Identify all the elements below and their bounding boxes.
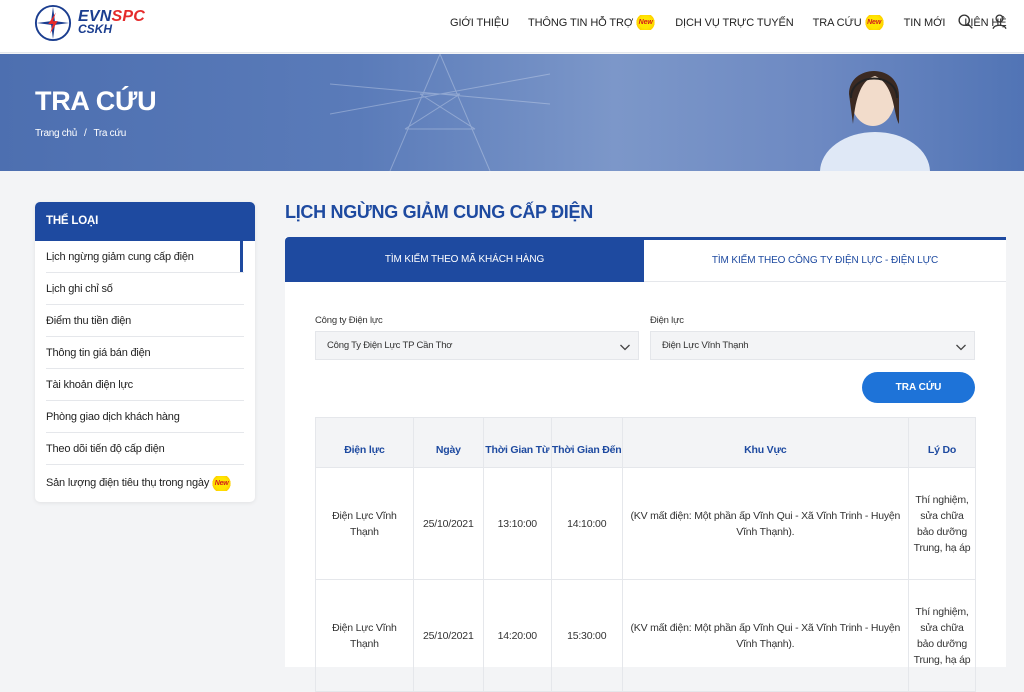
col-ngay: Ngày [412, 417, 484, 468]
nav-gioi-thieu[interactable]: GIỚI THIỆU [450, 17, 509, 29]
section-title: LỊCH NGỪNG GIẢM CUNG CẤP ĐIỆN [285, 202, 593, 222]
new-badge: New [211, 475, 233, 491]
cell-thoi-gian-tu: 14:20:00 [482, 579, 552, 692]
site-header: EVNSPC CSKH GIỚI THIỆU THÔNG TIN HỖ TRỢ N… [0, 0, 1024, 53]
table-row: Điện Lực Vĩnh Thạnh 25/10/2021 14:20:00 … [315, 579, 976, 692]
header-icons [957, 13, 1008, 30]
nav-tin-moi[interactable]: TIN MỚI [904, 17, 946, 29]
sidebar-item-lich-ghi-chi-so[interactable]: Lịch ghi chỉ số [46, 273, 244, 305]
sidebar-item-tien-do-cap-dien[interactable]: Theo dõi tiến độ cấp điện [46, 433, 244, 465]
new-badge: New [863, 15, 885, 30]
tab-ma-khach-hang[interactable]: TÌM KIẾM THEO MÃ KHÁCH HÀNG [285, 237, 644, 282]
support-agent-image [820, 71, 930, 171]
category-sidebar: THỂ LOẠI Lịch ngừng giảm cung cấp điện L… [35, 202, 255, 502]
table-header-row: Điện lực Ngày Thời Gian Từ Thời Gian Đến… [315, 417, 976, 468]
sidebar-item-diem-thu[interactable]: Điểm thu tiền điện [46, 305, 244, 337]
table-row: Điện Lực Vĩnh Thạnh 25/10/2021 13:10:00 … [315, 467, 976, 580]
search-icon[interactable] [957, 13, 974, 30]
evn-logo-icon [34, 4, 72, 42]
unit-label: Điện lực [650, 315, 684, 326]
cell-thoi-gian-den: 15:30:00 [550, 579, 623, 692]
logo-text: EVNSPC CSKH [78, 8, 145, 36]
main-nav: GIỚI THIỆU THÔNG TIN HỖ TRỢ New DỊCH VỤ T… [450, 15, 1024, 30]
outage-table: Điện lực Ngày Thời Gian Từ Thời Gian Đến… [315, 417, 976, 692]
page-banner: TRA CỨU Trang chủ / Tra cứu [0, 54, 1024, 171]
col-thoi-gian-den: Thời Gian Đến [550, 417, 623, 468]
search-panel: TÌM KIẾM THEO MÃ KHÁCH HÀNG TÌM KIẾM THE… [285, 237, 1006, 692]
sidebar-item-lich-ngung[interactable]: Lịch ngừng giảm cung cấp điện [46, 241, 244, 273]
company-label: Công ty Điện lực [315, 315, 383, 326]
tab-cong-ty-dien-luc[interactable]: TÌM KIẾM THEO CÔNG TY ĐIỆN LỰC - ĐIỆN LỰ… [644, 237, 1006, 282]
cell-dien-luc: Điện Lực Vĩnh Thạnh [315, 467, 414, 580]
cell-ngay: 25/10/2021 [412, 579, 484, 692]
evnspc-logo[interactable]: EVNSPC CSKH [34, 4, 145, 42]
cell-thoi-gian-tu: 13:10:00 [482, 467, 552, 580]
unit-select[interactable]: Điện Lực Vĩnh Thạnh [650, 331, 975, 360]
col-dien-luc: Điện lực [315, 417, 414, 468]
cell-ly-do: Thí nghiệm, sửa chữa bảo dưỡng Trung, hạ… [908, 579, 976, 692]
cell-khu-vuc: (KV mất điện: Một phần ấp Vĩnh Qui - Xã … [621, 467, 910, 580]
new-badge: New [635, 15, 657, 30]
sidebar-heading: THỂ LOẠI [35, 202, 255, 241]
breadcrumb: Trang chủ / Tra cứu [35, 128, 127, 139]
power-tower-graphic [330, 54, 550, 171]
nav-tra-cuu[interactable]: TRA CỨU New [813, 15, 885, 30]
col-khu-vuc: Khu Vực [621, 417, 910, 468]
nav-thong-tin-ho-tro[interactable]: THÔNG TIN HỖ TRỢ New [528, 15, 657, 30]
sidebar-active-indicator [240, 240, 243, 272]
nav-dich-vu-truc-tuyen[interactable]: DỊCH VỤ TRỰC TUYẾN [675, 17, 794, 29]
cell-ngay: 25/10/2021 [412, 467, 484, 580]
sidebar-item-san-luong[interactable]: Sản lượng điện tiêu thụ trong ngày New [46, 465, 244, 501]
sidebar-item-gia-ban-dien[interactable]: Thông tin giá bán điện [46, 337, 244, 369]
cell-ly-do: Thí nghiệm, sửa chữa bảo dưỡng Trung, hạ… [908, 467, 976, 580]
page-title: TRA CỨU [35, 86, 157, 116]
user-icon[interactable] [991, 13, 1008, 30]
company-select[interactable]: Công Ty Điện Lực TP Cần Thơ [315, 331, 639, 360]
col-thoi-gian-tu: Thời Gian Từ [482, 417, 552, 468]
cell-thoi-gian-den: 14:10:00 [550, 467, 623, 580]
sidebar-item-tai-khoan[interactable]: Tài khoản điện lực [46, 369, 244, 401]
breadcrumb-current: Tra cứu [93, 128, 127, 139]
chevron-down-icon [956, 344, 966, 351]
chevron-down-icon [620, 344, 630, 351]
breadcrumb-home[interactable]: Trang chủ [35, 128, 77, 139]
cell-dien-luc: Điện Lực Vĩnh Thạnh [315, 579, 414, 692]
sidebar-item-phong-giao-dich[interactable]: Phòng giao dịch khách hàng [46, 401, 244, 433]
col-ly-do: Lý Do [908, 417, 976, 468]
search-button[interactable]: TRA CỨU [862, 372, 975, 403]
cell-khu-vuc: (KV mất điện: Một phần ấp Vĩnh Qui - Xã … [621, 579, 910, 692]
